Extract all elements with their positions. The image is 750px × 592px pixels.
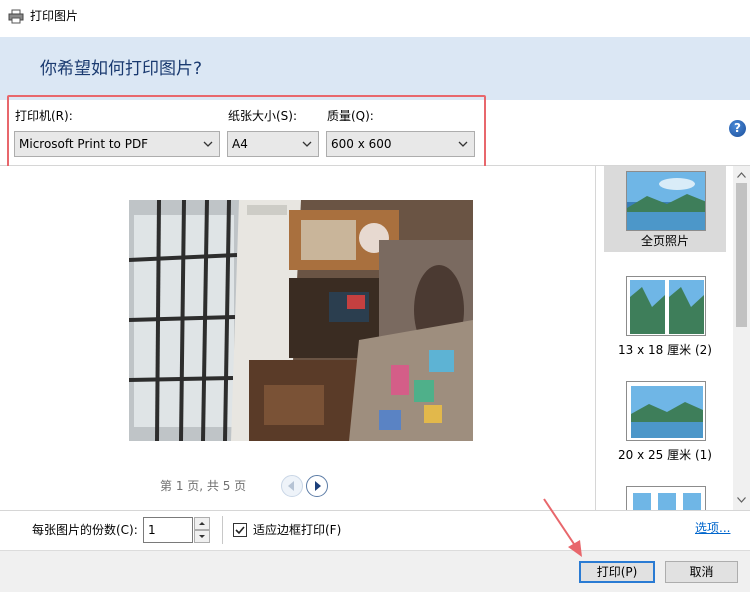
checkmark-icon: [235, 526, 245, 535]
layout-list[interactable]: 全页照片 13 x 18 厘米 (2) 20 x 25 厘米 (1): [595, 166, 733, 510]
help-icon[interactable]: ?: [729, 120, 746, 137]
single-photo-thumbnail-icon: [627, 382, 705, 440]
layout-item-13x18[interactable]: 13 x 18 厘米 (2): [604, 271, 726, 361]
layout-thumbnail: [626, 381, 706, 441]
scroll-up-icon[interactable]: [737, 172, 746, 178]
landscape-thumbnail-icon: [627, 172, 705, 230]
annotation-arrow-icon: [543, 498, 582, 557]
photo-preview: [129, 200, 473, 441]
copies-decrement-button[interactable]: [194, 530, 210, 543]
dialog-footer: 打印(P) 取消: [0, 550, 750, 592]
copies-input[interactable]: [143, 517, 193, 543]
multi-photo-thumbnail-icon: [627, 487, 705, 510]
copies-label: 每张图片的份数(C):: [32, 523, 138, 537]
previous-page-button[interactable]: [281, 475, 303, 497]
bottom-controls: 每张图片的份数(C): 适应边框打印(F) 选项...: [0, 510, 750, 550]
print-button[interactable]: 打印(P): [579, 561, 655, 583]
fit-frame-checkbox[interactable]: [233, 523, 247, 537]
scroll-down-icon[interactable]: [737, 497, 746, 503]
options-highlight-box: [7, 95, 486, 172]
dialog-header: 你希望如何打印图片?: [0, 37, 750, 100]
dialog-question: 你希望如何打印图片?: [40, 59, 203, 79]
scrollbar-thumb[interactable]: [736, 183, 747, 327]
window-title: 打印图片: [30, 9, 79, 23]
copies-increment-button[interactable]: [194, 517, 210, 530]
fit-frame-label[interactable]: 适应边框打印(F): [253, 523, 341, 538]
photo-preview-image: [129, 200, 473, 441]
layout-label: 20 x 25 厘米 (1): [618, 448, 712, 462]
preview-area: 第 1 页, 共 5 页: [0, 166, 595, 510]
cancel-button[interactable]: 取消: [665, 561, 738, 583]
layout-item-full-page[interactable]: 全页照片: [604, 166, 726, 252]
layout-scrollbar[interactable]: [733, 166, 750, 510]
title-bar: 打印图片: [0, 0, 750, 34]
layout-thumbnail: [626, 486, 706, 510]
layout-item-20x25[interactable]: 20 x 25 厘米 (1): [604, 376, 726, 466]
layout-label: 全页照片: [640, 234, 689, 248]
arrow-down-icon: [199, 535, 205, 538]
options-link[interactable]: 选项...: [695, 521, 730, 536]
arrow-up-icon: [199, 522, 205, 525]
layout-thumbnail: [626, 276, 706, 336]
chevron-left-icon: [288, 481, 294, 491]
layout-thumbnail: [626, 171, 706, 231]
chevron-right-icon: [315, 481, 321, 491]
layout-item-next[interactable]: [604, 481, 726, 510]
page-indicator: 第 1 页, 共 5 页: [160, 479, 247, 493]
two-portrait-thumbnail-icon: [627, 277, 705, 335]
layout-label: 13 x 18 厘米 (2): [618, 343, 712, 357]
printer-icon: [8, 9, 24, 24]
next-page-button[interactable]: [306, 475, 328, 497]
divider: [222, 516, 223, 544]
